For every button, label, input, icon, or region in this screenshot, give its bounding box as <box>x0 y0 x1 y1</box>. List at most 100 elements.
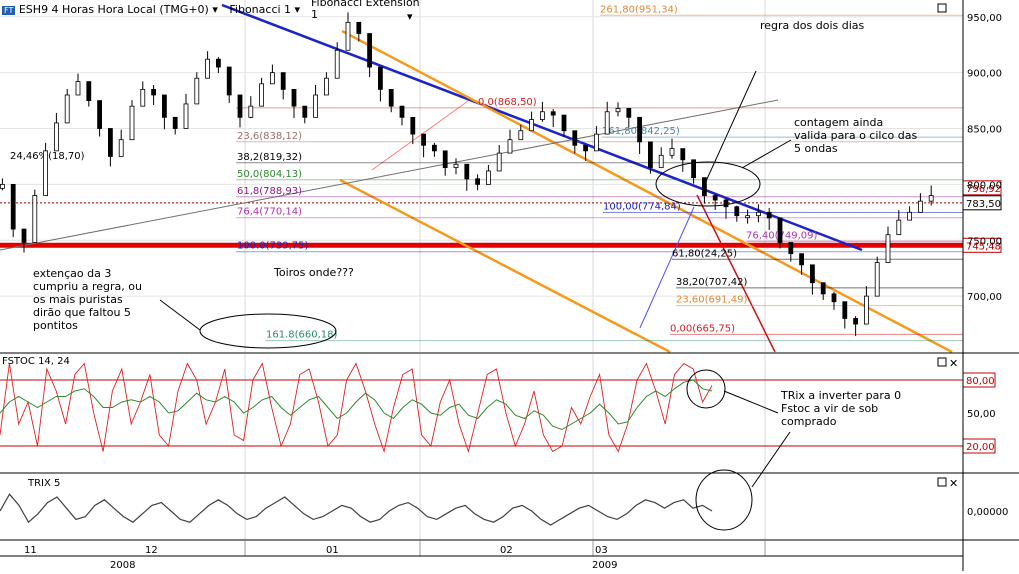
candle-body <box>205 58 211 79</box>
month-label: 12 <box>145 545 158 556</box>
candle-body <box>388 88 394 107</box>
candle-body <box>885 234 891 264</box>
annotation-wave-count: contagem ainda <box>794 116 883 129</box>
candle-body <box>291 88 297 107</box>
symbol-badge: FT <box>2 6 16 15</box>
chart-title[interactable]: ESH9 4 Horas Hora Local (TMG+0) <box>19 3 209 16</box>
candle-body <box>756 211 761 217</box>
candle-body <box>313 94 319 118</box>
candle-body <box>918 200 923 213</box>
chart-background <box>0 0 1019 571</box>
candle-body <box>842 301 848 319</box>
year-label: 2008 <box>110 560 135 571</box>
candle-body <box>140 88 146 107</box>
fib-retracement-label: 0.0(868,50) <box>478 97 537 108</box>
dropdown-arrow-icon[interactable]: ▾ <box>212 3 218 16</box>
annotation-fstoc: comprado <box>781 415 837 428</box>
panel-maximize-icon <box>937 3 947 13</box>
candle-body <box>442 150 448 169</box>
y-tick-label: 850,00 <box>967 125 1002 136</box>
candle-body <box>485 170 491 185</box>
candle-body <box>43 150 48 196</box>
candle-body <box>118 139 124 157</box>
candle-body <box>129 105 135 141</box>
fib-extension-label: 23,60(691,49) <box>676 295 748 306</box>
annotation-fstoc: Fstoc a vir de sob <box>781 402 878 415</box>
fib-extension-label: 100,00(774,84) <box>603 201 681 212</box>
candle-body <box>399 105 405 118</box>
candle-body <box>464 163 470 180</box>
candle-body <box>226 66 232 96</box>
candle-body <box>32 195 38 243</box>
candle-body <box>410 116 416 135</box>
trix-y-tick-label: 0,00000 <box>967 507 1008 518</box>
candle-body <box>658 154 664 169</box>
fib-extension-label[interactable]: Fibonacci Extension <box>311 0 420 9</box>
fib-retracement-label: 23,6(838,12) <box>237 131 302 142</box>
panel-maximize-icon <box>937 357 947 367</box>
candle-body <box>669 148 675 156</box>
candle-body <box>421 133 427 146</box>
dropdown-arrow-icon[interactable]: ▾ <box>407 10 413 23</box>
chart-header: FT ESH9 4 Horas Hora Local (TMG+0) ▾ Fib… <box>2 3 300 16</box>
fib-extension-value: 1 <box>311 8 318 21</box>
dropdown-arrow-icon[interactable]: ▾ <box>295 3 301 16</box>
candle-body <box>280 72 286 90</box>
candle-body <box>75 81 81 96</box>
month-label: 02 <box>500 545 513 556</box>
candle-body <box>21 228 27 243</box>
candle-body <box>550 111 556 116</box>
month-label: 01 <box>326 545 339 556</box>
candle-body <box>648 141 653 169</box>
candle-body <box>345 21 351 51</box>
candle-body <box>874 262 880 297</box>
candle-body <box>680 148 686 161</box>
fib-extension-label: 261,80(951,34) <box>600 4 678 15</box>
candle-body <box>475 178 481 185</box>
candle-body <box>194 77 200 105</box>
candle-body <box>0 183 5 189</box>
fib-extension-label: 61,80(24,25) <box>672 248 737 259</box>
candle-body <box>334 49 340 79</box>
candle-body <box>734 206 740 217</box>
candle-body <box>10 183 16 230</box>
candle-body <box>518 130 524 141</box>
candle-body <box>97 100 102 129</box>
candle-body <box>151 88 157 96</box>
fib-retracement-label: 100.0(739,75) <box>237 241 309 252</box>
fibonacci-tool-label[interactable]: Fibonacci 1 <box>229 3 291 16</box>
candle-body <box>507 139 513 154</box>
candle-body <box>777 217 783 243</box>
y-tick-label: 700,00 <box>967 292 1002 303</box>
candle-body <box>604 111 610 135</box>
candle-body <box>864 295 869 325</box>
fib-retracement-label: 61,8(788,93) <box>237 186 302 197</box>
candle-body <box>529 119 534 132</box>
fib-retracement-label: 50,0(804,13) <box>237 169 302 180</box>
y-tick-label: 900,00 <box>967 69 1002 80</box>
price-tag-label: 783,50 <box>966 199 1001 210</box>
fstoc-title: FSTOC 14, 24 <box>2 356 70 367</box>
candle-body <box>788 242 794 255</box>
candle-body <box>431 144 437 152</box>
month-label: 03 <box>595 545 608 556</box>
candle-body <box>626 107 632 118</box>
candle-body <box>853 318 858 325</box>
y-tick-label: 750,00 <box>967 236 1002 247</box>
candle-body <box>108 128 113 157</box>
fib-retracement-label: 38,2(819,32) <box>237 152 302 163</box>
oscillator-tag-label: 80,00 <box>966 376 995 387</box>
annotation-extension-rule: dirão que faltou 5 <box>33 306 131 319</box>
candle-body <box>561 114 567 132</box>
candle-body <box>302 105 308 118</box>
candle-body <box>540 111 545 120</box>
candle-body <box>269 72 275 85</box>
fstoc-y-tick-label: 50,00 <box>967 409 996 420</box>
y-tick-label: 800,00 <box>967 180 1002 191</box>
candle-body <box>810 264 815 284</box>
candle-body <box>615 107 621 113</box>
annotation-two-day-rule: regra dos dois dias <box>760 19 865 32</box>
candle-body <box>215 58 221 68</box>
candle-body <box>572 130 578 146</box>
oscillator-tag-label: 20,00 <box>966 442 995 453</box>
